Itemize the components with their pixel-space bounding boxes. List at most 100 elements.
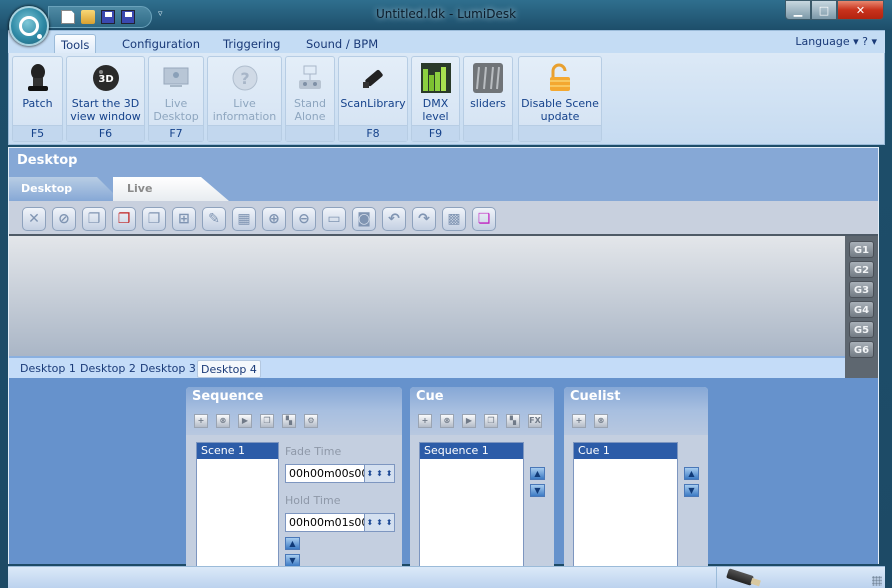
minutes-spinner[interactable]: ⬍ xyxy=(376,518,383,527)
cue-list[interactable]: Sequence 1 xyxy=(419,442,524,567)
cuelist-add-button[interactable]: + xyxy=(572,414,586,428)
cue-delete-button[interactable]: ⊗ xyxy=(440,414,454,428)
duplicate-button[interactable]: ❐ xyxy=(142,207,166,231)
zoom-out-icon: ⊖ xyxy=(298,211,310,227)
ribbon-patch-button[interactable]: Patch F5 xyxy=(12,56,63,142)
group-button[interactable]: ⊞ xyxy=(172,207,196,231)
unlink-button[interactable]: ⊘ xyxy=(52,207,76,231)
copy-disabled-button[interactable]: ❐ xyxy=(112,207,136,231)
tab-desktop-1[interactable]: Desktop 1 xyxy=(17,360,79,378)
list-item[interactable]: Scene 1 xyxy=(197,443,278,459)
list-item[interactable]: Cue 1 xyxy=(574,443,677,459)
sequence-add-button[interactable]: + xyxy=(194,414,208,428)
cuelist-move-down-button[interactable]: ▼ xyxy=(684,484,699,497)
minutes-spinner[interactable]: ⬍ xyxy=(376,469,383,478)
cue-play-button[interactable]: ▶ xyxy=(462,414,476,428)
ribbon-live-desktop-button[interactable]: Live Desktop F7 xyxy=(148,56,204,142)
language-menu[interactable]: Language ▾ xyxy=(795,35,858,48)
hours-spinner[interactable]: ⬍ xyxy=(366,469,373,478)
tab-desktop-4[interactable]: Desktop 4 xyxy=(197,360,261,378)
zoom-in-button[interactable]: ⊕ xyxy=(262,207,286,231)
cuelist-delete-button[interactable]: ⊗ xyxy=(594,414,608,428)
move-up-button[interactable]: ▲ xyxy=(285,537,300,550)
ribbon-3d-view-button[interactable]: 3D Start the 3D view window F6 xyxy=(66,56,145,142)
grid-button[interactable]: ▦ xyxy=(232,207,256,231)
cuelist-move-up-button[interactable]: ▲ xyxy=(684,467,699,480)
tab-desktop[interactable]: Desktop xyxy=(9,177,121,201)
group-g4-button[interactable]: G4 xyxy=(849,301,874,318)
color-layers-button[interactable]: ❏ xyxy=(472,207,496,231)
copy-button[interactable]: ❐ xyxy=(82,207,106,231)
live-desktop-icon xyxy=(160,62,192,94)
duplicate-icon: ❐ xyxy=(147,211,161,227)
tab-live[interactable]: Live xyxy=(113,177,229,201)
application-menu-button[interactable] xyxy=(9,6,49,46)
ribbon-stand-alone-button[interactable]: Stand Alone xyxy=(285,56,335,142)
dmx-level-bars-icon xyxy=(420,62,452,94)
zoom-out-button[interactable]: ⊖ xyxy=(292,207,316,231)
cue-fx-button[interactable]: FX xyxy=(528,414,542,428)
ribbon-scanlibrary-button[interactable]: ScanLibrary F8 xyxy=(338,56,408,142)
3d-view-icon: 3D xyxy=(90,62,122,94)
seconds-spinner[interactable]: ⬍ xyxy=(386,469,393,478)
desktop-canvas[interactable] xyxy=(9,236,845,356)
ribbon: Patch F5 3D Start the 3D view window F6 … xyxy=(8,53,885,145)
cue-move-down-button[interactable]: ▼ xyxy=(530,484,545,497)
stand-alone-icon xyxy=(294,62,326,94)
sequence-list[interactable]: Scene 1 xyxy=(196,442,279,567)
redo-button[interactable]: ↷ xyxy=(412,207,436,231)
ribbon-live-information-button[interactable]: ? Live information xyxy=(207,56,282,142)
fade-time-input[interactable]: 00h00m00s00 ⬍ ⬍ ⬍ xyxy=(285,464,395,483)
maximize-button[interactable]: □ xyxy=(811,0,837,20)
sequence-settings-button[interactable]: ⚙ xyxy=(304,414,318,428)
hold-time-input[interactable]: 00h00m01s00 ⬍ ⬍ ⬍ xyxy=(285,513,395,532)
screenshot-button[interactable]: ◙ xyxy=(352,207,376,231)
app-logo-icon xyxy=(19,16,42,39)
help-menu[interactable]: ? ▾ xyxy=(862,35,877,48)
grid-icon: ▦ xyxy=(237,211,251,227)
tab-tools[interactable]: Tools xyxy=(54,34,97,55)
group-g2-button[interactable]: G2 xyxy=(849,261,874,278)
cue-paste-button[interactable]: ▚ xyxy=(506,414,520,428)
hours-spinner[interactable]: ⬍ xyxy=(366,518,373,527)
fade-time-label: Fade Time xyxy=(285,445,342,458)
group-g1-button[interactable]: G1 xyxy=(849,241,874,258)
minimize-button[interactable]: ▁ xyxy=(785,0,811,20)
cue-add-button[interactable]: + xyxy=(418,414,432,428)
tab-configuration[interactable]: Configuration xyxy=(116,34,206,55)
svg-text:?: ? xyxy=(240,69,249,88)
usb-connector-icon xyxy=(726,568,754,586)
sequence-play-button[interactable]: ▶ xyxy=(238,414,252,428)
texture-button[interactable]: ▩ xyxy=(442,207,466,231)
close-button[interactable]: ✕ xyxy=(837,0,884,20)
sequence-delete-button[interactable]: ⊗ xyxy=(216,414,230,428)
group-g5-button[interactable]: G5 xyxy=(849,321,874,338)
help-question-icon: ? xyxy=(229,62,261,94)
cue-panel: Cue + ⊗ ▶ ❐ ▚ FX Sequence 1 ▲ ▼ xyxy=(410,387,554,567)
sequence-copy-button[interactable]: ❐ xyxy=(260,414,274,428)
group-g6-button[interactable]: G6 xyxy=(849,341,874,358)
ribbon-sliders-button[interactable]: sliders xyxy=(463,56,513,142)
resize-grip[interactable] xyxy=(872,576,882,586)
undo-button[interactable]: ↶ xyxy=(382,207,406,231)
tab-triggering[interactable]: Triggering xyxy=(217,34,286,55)
monitor-button[interactable]: ▭ xyxy=(322,207,346,231)
screenshot-camera-icon: ◙ xyxy=(357,211,371,227)
ribbon-dmx-level-button[interactable]: DMX level F9 xyxy=(411,56,460,142)
seconds-spinner[interactable]: ⬍ xyxy=(386,518,393,527)
delete-button[interactable]: ✕ xyxy=(22,207,46,231)
monitor-icon: ▭ xyxy=(327,211,341,227)
desktop-panel: Desktop Desktop Live ✕ ⊘ ❐ ❐ ❐ ⊞ ✎ ▦ ⊕ ⊖… xyxy=(8,147,879,567)
list-item[interactable]: Sequence 1 xyxy=(420,443,523,459)
unlocked-padlock-icon xyxy=(544,62,576,94)
ribbon-disable-scene-update-button[interactable]: Disable Scene update xyxy=(518,56,602,142)
cue-move-up-button[interactable]: ▲ xyxy=(530,467,545,480)
sequence-paste-button[interactable]: ▚ xyxy=(282,414,296,428)
cue-copy-button[interactable]: ❐ xyxy=(484,414,498,428)
edit-button[interactable]: ✎ xyxy=(202,207,226,231)
group-g3-button[interactable]: G3 xyxy=(849,281,874,298)
tab-desktop-2[interactable]: Desktop 2 xyxy=(77,360,139,378)
tab-desktop-3[interactable]: Desktop 3 xyxy=(137,360,199,378)
tab-sound-bpm[interactable]: Sound / BPM xyxy=(300,34,384,55)
cuelist-list[interactable]: Cue 1 xyxy=(573,442,678,567)
